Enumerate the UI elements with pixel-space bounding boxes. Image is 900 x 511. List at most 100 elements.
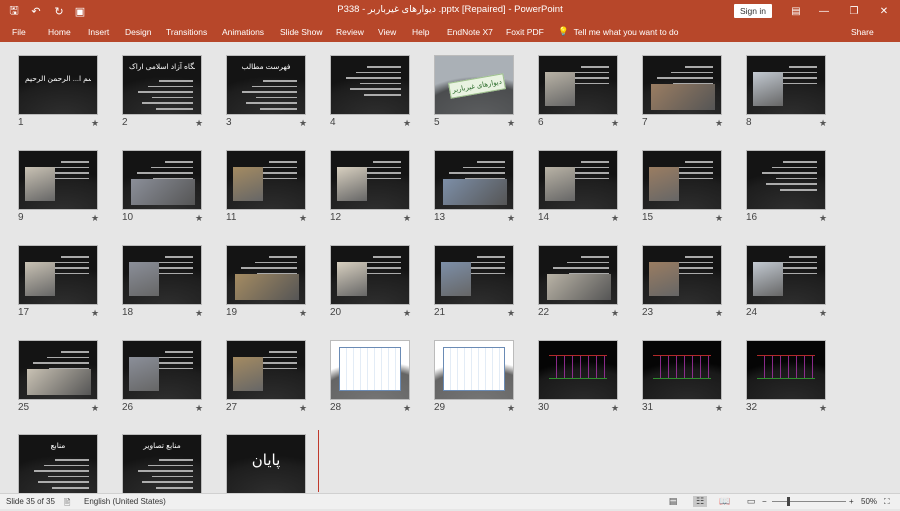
- slide-thumbnail[interactable]: [18, 340, 98, 400]
- tab-review[interactable]: Review: [336, 27, 364, 37]
- sign-in-button[interactable]: Sign in: [734, 4, 772, 18]
- transition-star-icon[interactable]: ★: [507, 118, 515, 129]
- close-icon[interactable]: ✕: [870, 0, 898, 22]
- slide-thumbnail[interactable]: [330, 245, 410, 305]
- transition-star-icon[interactable]: ★: [611, 213, 619, 224]
- slide-thumbnail[interactable]: [434, 245, 514, 305]
- ribbon-display-icon[interactable]: ▤: [782, 0, 810, 22]
- transition-star-icon[interactable]: ★: [507, 213, 515, 224]
- normal-view-icon[interactable]: ▤: [666, 496, 680, 507]
- slide-thumbnail[interactable]: [18, 245, 98, 305]
- slide-show-view-icon[interactable]: ▭: [744, 496, 758, 507]
- transition-star-icon[interactable]: ★: [715, 118, 723, 129]
- transition-star-icon[interactable]: ★: [91, 213, 99, 224]
- transition-star-icon[interactable]: ★: [91, 403, 99, 414]
- slide-thumbnail[interactable]: فهرست مطالب: [226, 55, 306, 115]
- slide-thumbnail[interactable]: [746, 55, 826, 115]
- slide-thumbnail[interactable]: [746, 150, 826, 210]
- slide-thumbnail[interactable]: بسم ا... الرحمن الرحیم: [18, 55, 98, 115]
- transition-star-icon[interactable]: ★: [195, 403, 203, 414]
- slide-thumbnail[interactable]: [226, 340, 306, 400]
- slide-thumbnail[interactable]: دیوارهای غیرباربر: [434, 55, 514, 115]
- slide-text-lines: [235, 252, 297, 275]
- transition-star-icon[interactable]: ★: [819, 308, 827, 319]
- transition-star-icon[interactable]: ★: [195, 118, 203, 129]
- transition-star-icon[interactable]: ★: [403, 118, 411, 129]
- tab-insert[interactable]: Insert: [88, 27, 109, 37]
- slide-thumbnail[interactable]: [226, 245, 306, 305]
- transition-star-icon[interactable]: ★: [195, 308, 203, 319]
- tab-help[interactable]: Help: [412, 27, 429, 37]
- transition-star-icon[interactable]: ★: [195, 213, 203, 224]
- slide-thumbnail[interactable]: [122, 150, 202, 210]
- slide-thumbnail[interactable]: [538, 150, 618, 210]
- slide-thumbnail[interactable]: [538, 340, 618, 400]
- slide-thumbnail[interactable]: منابع تصاویر: [122, 434, 202, 493]
- slide-thumbnail[interactable]: [434, 340, 514, 400]
- slide-thumbnail[interactable]: [538, 245, 618, 305]
- transition-star-icon[interactable]: ★: [819, 213, 827, 224]
- slide-thumbnail[interactable]: [330, 55, 410, 115]
- slide-thumbnail[interactable]: منابع: [18, 434, 98, 493]
- tab-design[interactable]: Design: [125, 27, 151, 37]
- transition-star-icon[interactable]: ★: [403, 308, 411, 319]
- slide-thumbnail[interactable]: [642, 245, 722, 305]
- slide-thumbnail[interactable]: [642, 55, 722, 115]
- tab-slide-show[interactable]: Slide Show: [280, 27, 323, 37]
- slide-thumbnail[interactable]: [434, 150, 514, 210]
- zoom-slider[interactable]: [772, 501, 846, 502]
- slide-thumbnail[interactable]: [18, 150, 98, 210]
- reading-view-icon[interactable]: 📖: [718, 496, 732, 507]
- transition-star-icon[interactable]: ★: [715, 403, 723, 414]
- transition-star-icon[interactable]: ★: [403, 213, 411, 224]
- transition-star-icon[interactable]: ★: [403, 403, 411, 414]
- transition-star-icon[interactable]: ★: [91, 308, 99, 319]
- slide-thumbnail[interactable]: [642, 150, 722, 210]
- slide-thumbnail[interactable]: دانشگاه آزاد اسلامی اراک: [122, 55, 202, 115]
- zoom-out-icon[interactable]: −: [762, 497, 767, 506]
- slide-thumbnail[interactable]: [122, 245, 202, 305]
- slide-sorter-view-icon[interactable]: ☷: [693, 496, 707, 507]
- transition-star-icon[interactable]: ★: [611, 118, 619, 129]
- zoom-slider-handle[interactable]: [787, 497, 790, 506]
- transition-star-icon[interactable]: ★: [507, 403, 515, 414]
- slide-thumbnail[interactable]: [330, 150, 410, 210]
- tab-transitions[interactable]: Transitions: [166, 27, 207, 37]
- slide-thumbnail[interactable]: پایان: [226, 434, 306, 493]
- slide-thumbnail[interactable]: [642, 340, 722, 400]
- tab-endnote[interactable]: EndNote X7: [447, 27, 493, 37]
- tab-file[interactable]: File: [12, 27, 26, 37]
- slide-thumbnail[interactable]: [226, 150, 306, 210]
- tab-foxit-pdf[interactable]: Foxit PDF: [506, 27, 544, 37]
- zoom-in-icon[interactable]: +: [849, 497, 854, 506]
- transition-star-icon[interactable]: ★: [299, 403, 307, 414]
- slide-thumbnail[interactable]: [538, 55, 618, 115]
- fit-slide-icon[interactable]: ⛶: [884, 497, 890, 507]
- minimize-icon[interactable]: —: [810, 0, 838, 22]
- slide-thumbnail[interactable]: [746, 245, 826, 305]
- restore-icon[interactable]: ❐: [840, 0, 868, 22]
- transition-star-icon[interactable]: ★: [299, 213, 307, 224]
- slide-number: 26: [122, 402, 134, 413]
- tab-home[interactable]: Home: [48, 27, 71, 37]
- tab-view[interactable]: View: [378, 27, 396, 37]
- slide-title: بسم ا... الرحمن الرحیم: [25, 74, 91, 83]
- transition-star-icon[interactable]: ★: [299, 308, 307, 319]
- transition-star-icon[interactable]: ★: [715, 213, 723, 224]
- zoom-level[interactable]: 50%: [861, 497, 877, 506]
- transition-star-icon[interactable]: ★: [91, 118, 99, 129]
- slide-thumbnail[interactable]: [122, 340, 202, 400]
- slide-thumbnail[interactable]: [746, 340, 826, 400]
- language-label[interactable]: English (United States): [84, 497, 166, 506]
- transition-star-icon[interactable]: ★: [819, 118, 827, 129]
- slide-thumbnail[interactable]: [330, 340, 410, 400]
- transition-star-icon[interactable]: ★: [611, 308, 619, 319]
- transition-star-icon[interactable]: ★: [299, 118, 307, 129]
- share-button[interactable]: Share: [851, 27, 874, 37]
- transition-star-icon[interactable]: ★: [611, 403, 619, 414]
- transition-star-icon[interactable]: ★: [819, 403, 827, 414]
- tab-animations[interactable]: Animations: [222, 27, 264, 37]
- transition-star-icon[interactable]: ★: [507, 308, 515, 319]
- tell-me-box[interactable]: 💡 Tell me what you want to do: [558, 26, 678, 37]
- transition-star-icon[interactable]: ★: [715, 308, 723, 319]
